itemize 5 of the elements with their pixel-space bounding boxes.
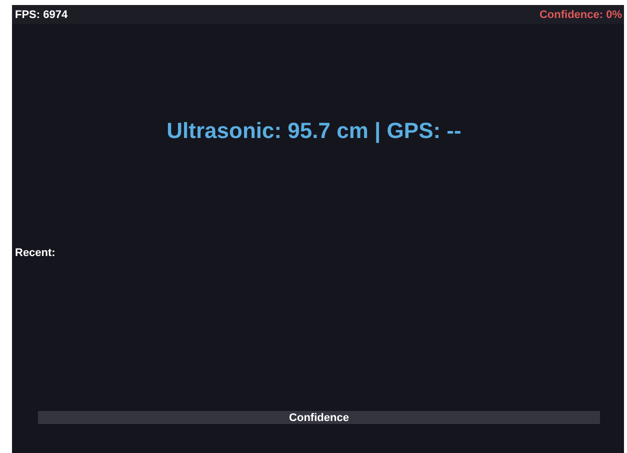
confidence-readout: Confidence: 0% <box>539 8 622 20</box>
recent-label: Recent: <box>15 247 56 259</box>
sensor-reading: Ultrasonic: 95.7 cm | GPS: -- <box>166 118 462 144</box>
fps-counter: FPS: 6974 <box>15 8 68 20</box>
confidence-label: Confidence <box>289 412 349 424</box>
